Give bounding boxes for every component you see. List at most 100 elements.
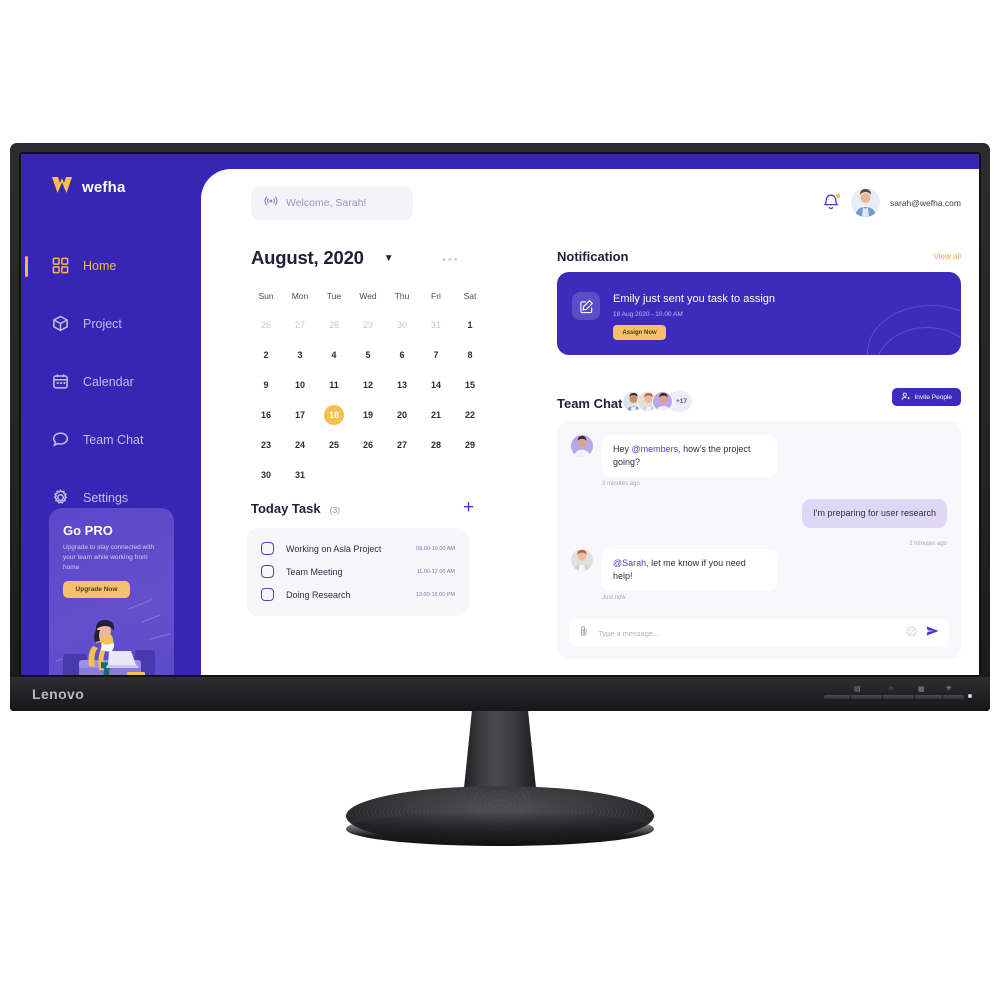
calendar-day[interactable]: 20	[385, 405, 419, 425]
search-input[interactable]: Welcome, Sarah!	[251, 186, 413, 220]
task-row[interactable]: Doing Research 13.00-16.00 PM	[247, 583, 469, 606]
task-time: 08.00-10.00 AM	[416, 545, 455, 552]
menu-icon[interactable]: ▦	[918, 685, 925, 693]
calendar-day[interactable]: 14	[419, 375, 453, 395]
message-timestamp: Just now	[602, 595, 626, 601]
input-source-icon[interactable]: ▤	[854, 685, 861, 693]
day-of-week: Fri	[431, 291, 441, 301]
mention-tag[interactable]: @Sarah,	[613, 558, 649, 568]
calendar-day[interactable]: 27	[283, 315, 317, 335]
calendar-day[interactable]: 9	[249, 375, 283, 395]
calendar-day[interactable]: 22	[453, 405, 487, 425]
chat-message: Hey @members, how's the project going? 3…	[571, 435, 777, 487]
calendar-day[interactable]: 1	[453, 315, 487, 335]
calendar-day[interactable]: 21	[419, 405, 453, 425]
monitor-controls[interactable]: ▤ ☼ ▦ ⎈	[816, 683, 976, 705]
chevron-down-icon[interactable]: ▼	[384, 253, 394, 264]
task-row[interactable]: Team Meeting 11.00-12.00 AM	[247, 560, 469, 583]
calendar-day[interactable]: 31	[283, 465, 317, 485]
calendar-day[interactable]: 4	[317, 345, 351, 365]
calendar-day	[419, 465, 453, 485]
calendar-day	[385, 465, 419, 485]
calendar-day[interactable]: 2	[249, 345, 283, 365]
send-icon[interactable]	[926, 624, 939, 642]
sidebar-item-calendar[interactable]: Calendar	[21, 362, 201, 401]
paperclip-icon[interactable]	[579, 624, 589, 642]
more-horizontal-icon[interactable]: •••	[442, 254, 460, 266]
day-of-week: Tue	[326, 291, 342, 301]
calendar-day[interactable]: 25	[317, 435, 351, 455]
notification-card[interactable]: Emily just sent you task to assign 18 Au…	[557, 272, 961, 355]
task-name: Doing Research	[286, 589, 351, 600]
view-all-link[interactable]: View all	[934, 252, 961, 261]
task-name: Working on Asla Project	[286, 543, 382, 554]
chat-message: I'm preparing for user research 2 minute…	[802, 499, 947, 547]
calendar-day[interactable]: 16	[249, 405, 283, 425]
calendar-day[interactable]: 30	[249, 465, 283, 485]
power-led	[968, 694, 972, 698]
calendar-day[interactable]: 11	[317, 375, 351, 395]
task-checkbox[interactable]	[261, 588, 274, 601]
brand-name: wefha	[82, 179, 126, 196]
sidebar-item-label: Project	[83, 316, 122, 331]
sidebar-item-home[interactable]: Home	[21, 246, 201, 285]
calendar-day[interactable]: 26	[351, 435, 385, 455]
notification-bell-button[interactable]	[822, 192, 841, 213]
calendar-day[interactable]: 12	[351, 375, 385, 395]
calendar-day[interactable]: 8	[453, 345, 487, 365]
dashboard-app: wefha Home Project Calendar Team Chat Se…	[21, 154, 979, 675]
mention-tag[interactable]: @members,	[632, 444, 681, 454]
calendar-day[interactable]: 26	[249, 315, 283, 335]
promo-description: Upgrade to stay connected with your team…	[63, 544, 155, 571]
calendar-day[interactable]: 10	[283, 375, 317, 395]
message-input[interactable]: Type a message...	[569, 619, 949, 647]
grid-icon	[51, 256, 70, 275]
monitor-screen: wefha Home Project Calendar Team Chat Se…	[21, 154, 979, 675]
calendar-day[interactable]: 29	[351, 315, 385, 335]
calendar-day[interactable]: 3	[283, 345, 317, 365]
task-checkbox[interactable]	[261, 565, 274, 578]
calendar-day[interactable]: 28	[317, 315, 351, 335]
go-pro-promo-card[interactable]: Go PRO Upgrade to stay connected with yo…	[49, 508, 174, 675]
calendar-day[interactable]: 28	[419, 435, 453, 455]
sidebar-item-project[interactable]: Project	[21, 304, 201, 343]
calendar-day[interactable]: 7	[419, 345, 453, 365]
team-avatar	[652, 391, 673, 412]
message-timestamp: 3 minutes ago	[602, 481, 640, 487]
team-avatar-group[interactable]: +17	[622, 391, 693, 412]
calendar-day[interactable]: 13	[385, 375, 419, 395]
calendar-day[interactable]: 5	[351, 345, 385, 365]
upgrade-now-button[interactable]: Upgrade Now	[63, 581, 130, 598]
calendar-day	[351, 465, 385, 485]
calendar-day[interactable]: 19	[351, 405, 385, 425]
day-of-week: Mon	[291, 291, 309, 301]
invite-people-button[interactable]: Invite People	[892, 388, 961, 406]
avatar[interactable]	[851, 188, 880, 217]
power-icon[interactable]: ⎈	[946, 685, 952, 693]
assign-now-button[interactable]: Assign Now	[613, 325, 666, 340]
calendar-day[interactable]: 17	[283, 405, 317, 425]
message-bubble: Hey @members, how's the project going?	[602, 435, 777, 477]
calendar-day[interactable]: 31	[419, 315, 453, 335]
monitor-bottom-bezel: Lenovo ▤ ☼ ▦ ⎈	[10, 677, 990, 711]
calendar-day[interactable]: 29	[453, 435, 487, 455]
sidebar-item-label: Team Chat	[83, 432, 144, 447]
plus-icon[interactable]: +	[463, 497, 474, 519]
calendar-day[interactable]: 30	[385, 315, 419, 335]
notification-title: Notification	[557, 249, 629, 264]
calendar-day[interactable]: 23	[249, 435, 283, 455]
task-row[interactable]: Working on Asla Project 08.00-10.00 AM	[247, 537, 469, 560]
calendar-day[interactable]: 15	[453, 375, 487, 395]
promo-title: Go PRO	[63, 523, 113, 538]
sidebar-item-team-chat[interactable]: Team Chat	[21, 420, 201, 459]
brand-logo: wefha	[51, 176, 126, 199]
task-checkbox[interactable]	[261, 542, 274, 555]
calendar-day[interactable]: 18	[317, 405, 351, 425]
search-placeholder: Welcome, Sarah!	[286, 197, 367, 209]
calendar-day[interactable]: 6	[385, 345, 419, 365]
monitor-stand-lip	[346, 812, 654, 846]
calendar-day[interactable]: 24	[283, 435, 317, 455]
brightness-icon[interactable]: ☼	[888, 685, 894, 692]
smiley-icon[interactable]	[906, 624, 917, 642]
calendar-day[interactable]: 27	[385, 435, 419, 455]
